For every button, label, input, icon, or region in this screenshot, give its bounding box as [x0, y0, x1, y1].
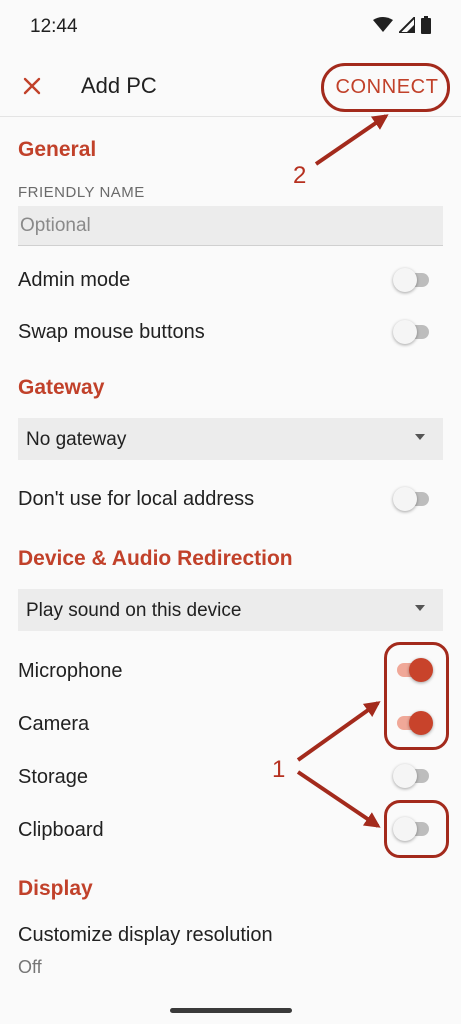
status-time: 12:44: [30, 16, 78, 37]
annotation-number-2: 2: [293, 162, 307, 189]
storage-label: Storage: [18, 766, 89, 788]
page-title: Add PC: [81, 73, 157, 98]
microphone-label: Microphone: [18, 660, 123, 682]
clipboard-label: Clipboard: [18, 819, 104, 841]
annotation-arrow-1a: [296, 701, 381, 762]
status-bar: 12:44: [0, 0, 461, 56]
section-title-display: Display: [18, 877, 93, 900]
swap-mouse-switch[interactable]: [393, 320, 433, 344]
sound-selected: Play sound on this device: [26, 600, 242, 621]
annotation-number-1: 1: [272, 756, 286, 783]
annotation-clipboard-highlight: [384, 800, 449, 858]
section-title-redirection: Device & Audio Redirection: [18, 547, 293, 570]
admin-mode-label: Admin mode: [18, 269, 131, 291]
local-address-switch[interactable]: [393, 487, 433, 511]
signal-icon: [399, 17, 415, 33]
storage-switch[interactable]: [393, 764, 433, 788]
annotation-toggles-highlight: [384, 642, 449, 750]
switch-thumb: [393, 487, 417, 511]
dropdown-arrow-icon: [415, 434, 425, 440]
status-icons: [373, 16, 431, 34]
switch-thumb: [393, 764, 417, 788]
local-address-label: Don't use for local address: [18, 488, 255, 510]
app-bar-divider: [0, 116, 461, 117]
gateway-selected: No gateway: [26, 429, 127, 450]
battery-icon: [421, 16, 431, 34]
friendly-name-input[interactable]: [18, 206, 443, 246]
admin-mode-switch[interactable]: [393, 268, 433, 292]
annotation-arrow-2: [314, 114, 389, 166]
wifi-icon: [373, 17, 393, 32]
close-icon: [23, 77, 41, 95]
sound-dropdown[interactable]: Play sound on this device: [18, 589, 443, 631]
switch-thumb: [393, 320, 417, 344]
switch-thumb: [393, 268, 417, 292]
navigation-handle[interactable]: [170, 1008, 292, 1013]
friendly-name-label: FRIENDLY NAME: [18, 184, 145, 201]
annotation-connect-highlight: [321, 63, 450, 112]
resolution-label[interactable]: Customize display resolution: [18, 924, 273, 947]
annotation-arrow-1b: [296, 770, 381, 828]
close-button[interactable]: [16, 70, 48, 102]
camera-label: Camera: [18, 713, 90, 735]
gateway-dropdown[interactable]: No gateway: [18, 418, 443, 460]
section-title-gateway: Gateway: [18, 376, 105, 399]
section-title-general: General: [18, 138, 97, 161]
resolution-value: Off: [18, 957, 42, 977]
swap-mouse-label: Swap mouse buttons: [18, 321, 205, 343]
dropdown-arrow-icon: [415, 605, 425, 611]
